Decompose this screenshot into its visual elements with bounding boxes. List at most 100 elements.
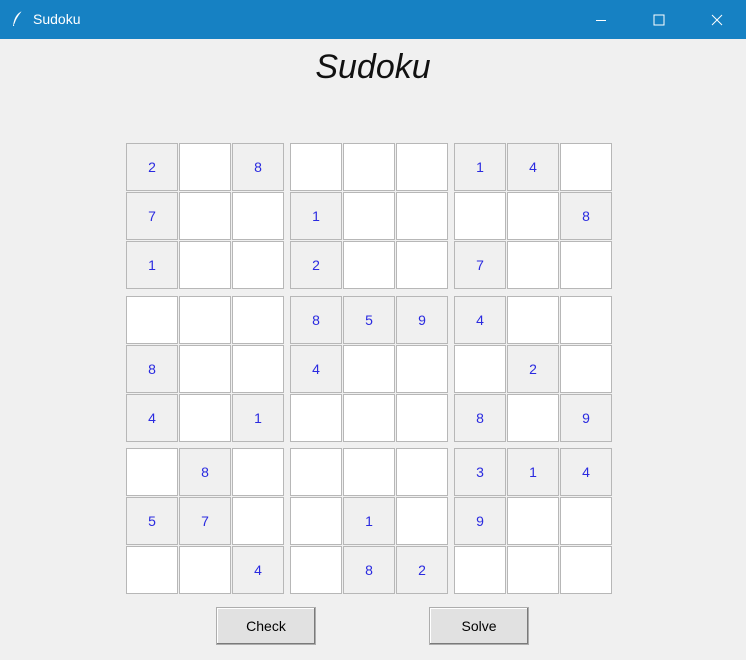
sudoku-cell-empty[interactable] bbox=[507, 296, 559, 344]
sudoku-cell-given: 9 bbox=[560, 394, 612, 442]
sudoku-cell-empty[interactable] bbox=[126, 546, 178, 594]
sudoku-cell-empty[interactable] bbox=[179, 394, 231, 442]
sudoku-cell-empty[interactable] bbox=[507, 546, 559, 594]
sudoku-cell-given: 8 bbox=[560, 192, 612, 240]
minimize-button[interactable] bbox=[578, 0, 624, 39]
sudoku-cell-given: 4 bbox=[290, 345, 342, 393]
sudoku-cell-given: 1 bbox=[232, 394, 284, 442]
sudoku-cell-empty[interactable] bbox=[343, 192, 395, 240]
sudoku-cell-empty[interactable] bbox=[290, 546, 342, 594]
sudoku-cell-empty[interactable] bbox=[343, 345, 395, 393]
sudoku-cell-given: 1 bbox=[507, 448, 559, 496]
sudoku-cell-empty[interactable] bbox=[343, 394, 395, 442]
sudoku-cell-given: 1 bbox=[126, 241, 178, 289]
sudoku-cell-empty[interactable] bbox=[179, 192, 231, 240]
sudoku-cell-empty[interactable] bbox=[343, 143, 395, 191]
sudoku-cell-empty[interactable] bbox=[179, 241, 231, 289]
sudoku-window: Sudoku Sudoku 28711214878418594428985741… bbox=[0, 0, 746, 660]
sudoku-cell-empty[interactable] bbox=[232, 497, 284, 545]
minimize-icon bbox=[596, 19, 606, 21]
sudoku-cell-given: 4 bbox=[232, 546, 284, 594]
sudoku-cell-given: 9 bbox=[396, 296, 448, 344]
feather-icon bbox=[13, 10, 23, 26]
sudoku-cell-given: 4 bbox=[560, 448, 612, 496]
sudoku-block: 428 9 bbox=[454, 296, 612, 444]
sudoku-block: 8574 bbox=[126, 448, 284, 596]
check-button[interactable]: Check bbox=[216, 607, 316, 645]
sudoku-cell-given: 2 bbox=[507, 345, 559, 393]
sudoku-cell-empty[interactable] bbox=[343, 241, 395, 289]
sudoku-cell-empty[interactable] bbox=[396, 497, 448, 545]
sudoku-cell-empty[interactable] bbox=[396, 143, 448, 191]
sudoku-cell-empty[interactable] bbox=[507, 241, 559, 289]
maximize-button[interactable] bbox=[636, 0, 682, 39]
sudoku-cell-empty[interactable] bbox=[179, 296, 231, 344]
sudoku-cell-empty[interactable] bbox=[126, 448, 178, 496]
sudoku-cell-empty[interactable] bbox=[290, 448, 342, 496]
sudoku-cell-empty[interactable] bbox=[454, 546, 506, 594]
sudoku-block: 84 1 bbox=[126, 296, 284, 444]
sudoku-cell-given: 2 bbox=[290, 241, 342, 289]
sudoku-block: 182 bbox=[290, 448, 448, 596]
sudoku-cell-empty[interactable] bbox=[454, 192, 506, 240]
sudoku-cell-given: 8 bbox=[126, 345, 178, 393]
sudoku-cell-empty[interactable] bbox=[507, 497, 559, 545]
sudoku-block: 148 7 bbox=[454, 143, 612, 291]
sudoku-block: 859 4 bbox=[290, 296, 448, 444]
sudoku-cell-given: 4 bbox=[126, 394, 178, 442]
sudoku-cell-empty[interactable] bbox=[396, 394, 448, 442]
sudoku-cell-empty[interactable] bbox=[290, 497, 342, 545]
sudoku-cell-empty[interactable] bbox=[560, 296, 612, 344]
sudoku-cell-given: 2 bbox=[396, 546, 448, 594]
sudoku-cell-empty[interactable] bbox=[507, 394, 559, 442]
sudoku-cell-given: 1 bbox=[454, 143, 506, 191]
sudoku-cell-empty[interactable] bbox=[126, 296, 178, 344]
sudoku-board: 28711214878418594428985741823149 bbox=[126, 143, 612, 595]
sudoku-cell-given: 4 bbox=[454, 296, 506, 344]
sudoku-cell-empty[interactable] bbox=[232, 296, 284, 344]
sudoku-cell-empty[interactable] bbox=[232, 241, 284, 289]
sudoku-cell-empty[interactable] bbox=[290, 394, 342, 442]
sudoku-cell-empty[interactable] bbox=[179, 143, 231, 191]
sudoku-cell-given: 7 bbox=[454, 241, 506, 289]
sudoku-cell-empty[interactable] bbox=[560, 345, 612, 393]
sudoku-block: 2 8 71 bbox=[126, 143, 284, 291]
sudoku-cell-empty[interactable] bbox=[343, 448, 395, 496]
sudoku-cell-empty[interactable] bbox=[232, 448, 284, 496]
sudoku-cell-empty[interactable] bbox=[290, 143, 342, 191]
sudoku-cell-empty[interactable] bbox=[396, 448, 448, 496]
sudoku-cell-empty[interactable] bbox=[396, 192, 448, 240]
close-icon bbox=[711, 14, 723, 25]
sudoku-cell-given: 8 bbox=[343, 546, 395, 594]
sudoku-cell-empty[interactable] bbox=[232, 192, 284, 240]
sudoku-cell-empty[interactable] bbox=[179, 345, 231, 393]
sudoku-cell-empty[interactable] bbox=[560, 497, 612, 545]
sudoku-cell-empty[interactable] bbox=[232, 345, 284, 393]
sudoku-block: 12 bbox=[290, 143, 448, 291]
sudoku-cell-empty[interactable] bbox=[560, 546, 612, 594]
sudoku-cell-given: 5 bbox=[343, 296, 395, 344]
solve-button[interactable]: Solve bbox=[429, 607, 529, 645]
sudoku-cell-empty[interactable] bbox=[396, 241, 448, 289]
page-title: Sudoku bbox=[315, 48, 431, 86]
sudoku-cell-given: 8 bbox=[232, 143, 284, 191]
sudoku-block: 314 9 bbox=[454, 448, 612, 596]
sudoku-cell-given: 8 bbox=[290, 296, 342, 344]
sudoku-cell-given: 1 bbox=[290, 192, 342, 240]
maximize-icon bbox=[653, 14, 665, 25]
close-button[interactable] bbox=[694, 0, 740, 39]
sudoku-cell-empty[interactable] bbox=[179, 546, 231, 594]
sudoku-cell-empty[interactable] bbox=[396, 345, 448, 393]
sudoku-cell-empty[interactable] bbox=[454, 345, 506, 393]
sudoku-cell-given: 1 bbox=[343, 497, 395, 545]
sudoku-cell-given: 2 bbox=[126, 143, 178, 191]
sudoku-cell-empty[interactable] bbox=[560, 143, 612, 191]
sudoku-cell-empty[interactable] bbox=[507, 192, 559, 240]
sudoku-cell-given: 5 bbox=[126, 497, 178, 545]
sudoku-cell-given: 7 bbox=[179, 497, 231, 545]
window-title: Sudoku bbox=[33, 11, 81, 27]
sudoku-cell-given: 8 bbox=[179, 448, 231, 496]
sudoku-cell-given: 7 bbox=[126, 192, 178, 240]
sudoku-cell-given: 8 bbox=[454, 394, 506, 442]
sudoku-cell-empty[interactable] bbox=[560, 241, 612, 289]
